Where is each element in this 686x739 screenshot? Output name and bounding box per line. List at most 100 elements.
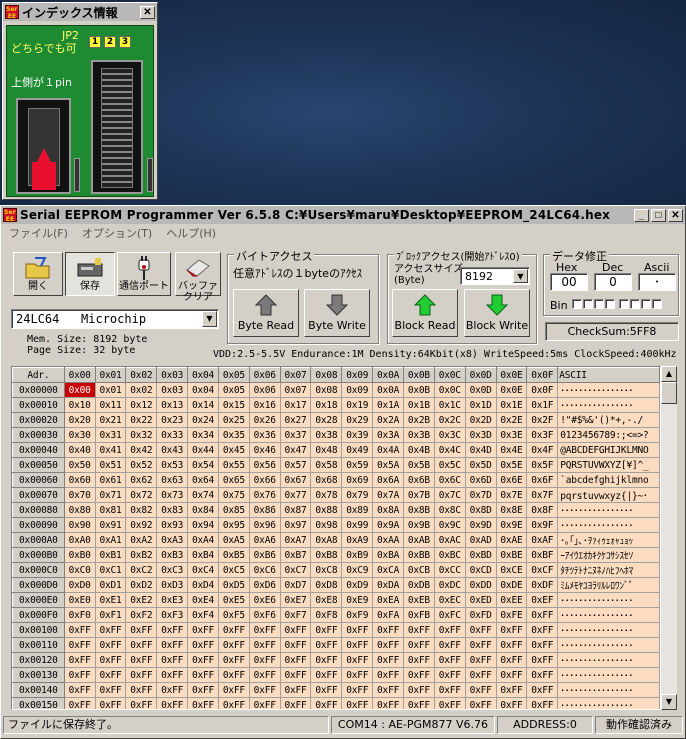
ascii-cell[interactable]: pqrstuvwxyz{|}~･	[557, 487, 660, 503]
data-cell[interactable]: 0x09	[341, 382, 374, 398]
data-cell[interactable]: 0xFF	[526, 622, 559, 638]
data-cell[interactable]: 0x9C	[433, 517, 466, 533]
data-cell[interactable]: 0xB0	[63, 547, 96, 563]
byte-write-button[interactable]: Byte Write	[304, 289, 370, 337]
data-cell[interactable]: 0x1B	[403, 397, 435, 413]
data-cell[interactable]: 0xFF	[341, 667, 374, 683]
data-cell[interactable]: 0x37	[279, 427, 312, 443]
data-cell[interactable]: 0xFF	[403, 652, 435, 668]
data-cell[interactable]: 0xFF	[94, 667, 127, 683]
data-cell[interactable]: 0xFF	[341, 682, 374, 698]
data-cell[interactable]: 0xD1	[94, 577, 127, 593]
data-cell[interactable]: 0xBC	[433, 547, 466, 563]
data-cell[interactable]: 0x04	[187, 382, 219, 398]
data-cell[interactable]: 0xFF	[63, 637, 96, 653]
data-cell[interactable]: 0xFF	[125, 652, 158, 668]
data-cell[interactable]: 0x6F	[526, 472, 559, 488]
data-cell[interactable]: 0x18	[310, 397, 343, 413]
data-cell[interactable]: 0x08	[310, 382, 343, 398]
data-cell[interactable]: 0xE7	[279, 592, 312, 608]
data-cell[interactable]: 0x3A	[372, 427, 404, 443]
row-address[interactable]: 0x00090	[12, 517, 65, 533]
row-address[interactable]: 0x00060	[12, 472, 65, 488]
data-cell[interactable]: 0xEC	[433, 592, 466, 608]
bin-bit-5[interactable]	[594, 299, 604, 309]
data-cell[interactable]: 0xA0	[63, 532, 96, 548]
data-cell[interactable]: 0x4D	[464, 442, 497, 458]
data-cell[interactable]: 0x66	[248, 472, 281, 488]
ascii-cell[interactable]: ﾀﾁﾂﾃﾄﾅﾆﾇﾈﾉﾊﾋﾌﾍﾎﾏ	[557, 562, 660, 578]
block-write-button[interactable]: Block Write	[464, 289, 530, 337]
data-cell[interactable]: 0x77	[279, 487, 312, 503]
ascii-cell[interactable]: ････････････････	[557, 607, 660, 623]
data-cell[interactable]: 0xFF	[125, 697, 158, 709]
data-cell[interactable]: 0xFA	[372, 607, 404, 623]
data-cell[interactable]: 0xAA	[372, 532, 404, 548]
scroll-up-icon[interactable]: ▲	[661, 366, 677, 382]
data-cell[interactable]: 0x9F	[526, 517, 559, 533]
ascii-cell[interactable]: ﾐﾑﾒﾓﾔﾕﾖﾗﾘﾙﾚﾛﾜﾝﾞﾟ	[557, 577, 660, 593]
data-cell[interactable]: 0xA8	[310, 532, 343, 548]
data-cell[interactable]: 0x6B	[403, 472, 435, 488]
data-cell[interactable]: 0x6A	[372, 472, 404, 488]
data-cell[interactable]: 0x8F	[526, 502, 559, 518]
row-address[interactable]: 0x000A0	[12, 532, 65, 548]
data-cell[interactable]: 0xFF	[464, 622, 497, 638]
data-cell[interactable]: 0xFF	[248, 682, 281, 698]
data-cell[interactable]: 0x48	[310, 442, 343, 458]
data-cell[interactable]: 0xF2	[125, 607, 158, 623]
dec-input[interactable]: 0	[594, 273, 632, 291]
ascii-cell[interactable]: `abcdefghijklmno	[557, 472, 660, 488]
data-cell[interactable]: 0xFF	[156, 622, 189, 638]
data-cell[interactable]: 0x67	[279, 472, 312, 488]
data-cell[interactable]: 0xFE	[495, 607, 528, 623]
data-cell[interactable]: 0x56	[248, 457, 281, 473]
data-cell[interactable]: 0x90	[63, 517, 96, 533]
data-cell[interactable]: 0xB1	[94, 547, 127, 563]
data-cell[interactable]: 0xFC	[433, 607, 466, 623]
row-address[interactable]: 0x00080	[12, 502, 65, 518]
data-cell[interactable]: 0x40	[63, 442, 96, 458]
data-cell[interactable]: 0xFF	[279, 697, 312, 709]
data-cell[interactable]: 0xFF	[248, 652, 281, 668]
ascii-cell[interactable]: !"#$%&'()*+,-./	[557, 412, 660, 428]
data-cell[interactable]: 0x10	[63, 397, 96, 413]
data-cell[interactable]: 0xFF	[63, 667, 96, 683]
data-cell[interactable]: 0xF5	[217, 607, 250, 623]
data-cell[interactable]: 0x68	[310, 472, 343, 488]
data-cell[interactable]: 0xFF	[464, 682, 497, 698]
data-cell[interactable]: 0xFF	[187, 682, 219, 698]
data-cell[interactable]: 0xD2	[125, 577, 158, 593]
ascii-cell[interactable]: @ABCDEFGHIJKLMNO	[557, 442, 660, 458]
data-cell[interactable]: 0xB9	[341, 547, 374, 563]
data-cell[interactable]: 0xFF	[341, 622, 374, 638]
data-cell[interactable]: 0xEA	[372, 592, 404, 608]
data-cell[interactable]: 0x0A	[372, 382, 404, 398]
data-cell[interactable]: 0x32	[125, 427, 158, 443]
row-address[interactable]: 0x00030	[12, 427, 65, 443]
data-cell[interactable]: 0xFF	[372, 622, 404, 638]
data-cell[interactable]: 0x3D	[464, 427, 497, 443]
data-cell[interactable]: 0xB5	[217, 547, 250, 563]
block-read-button[interactable]: Block Read	[392, 289, 458, 337]
data-cell[interactable]: 0xFF	[341, 697, 374, 709]
row-address[interactable]: 0x00100	[12, 622, 65, 638]
data-cell[interactable]: 0xFF	[526, 607, 559, 623]
row-address[interactable]: 0x00140	[12, 682, 65, 698]
row-address[interactable]: 0x00070	[12, 487, 65, 503]
data-cell[interactable]: 0x94	[187, 517, 219, 533]
data-cell[interactable]: 0xD3	[156, 577, 189, 593]
data-cell[interactable]: 0x00	[63, 382, 96, 398]
data-cell[interactable]: 0x4C	[433, 442, 466, 458]
data-cell[interactable]: 0x54	[187, 457, 219, 473]
ascii-cell[interactable]: ････････････････	[557, 637, 660, 653]
scroll-thumb[interactable]	[661, 382, 677, 404]
data-cell[interactable]: 0x06	[248, 382, 281, 398]
data-cell[interactable]: 0xFF	[526, 667, 559, 683]
data-cell[interactable]: 0xFF	[279, 682, 312, 698]
data-cell[interactable]: 0x8B	[403, 502, 435, 518]
data-cell[interactable]: 0xFF	[248, 637, 281, 653]
bin-bit-1[interactable]	[641, 299, 651, 309]
data-cell[interactable]: 0xFF	[310, 622, 343, 638]
data-cell[interactable]: 0x34	[187, 427, 219, 443]
